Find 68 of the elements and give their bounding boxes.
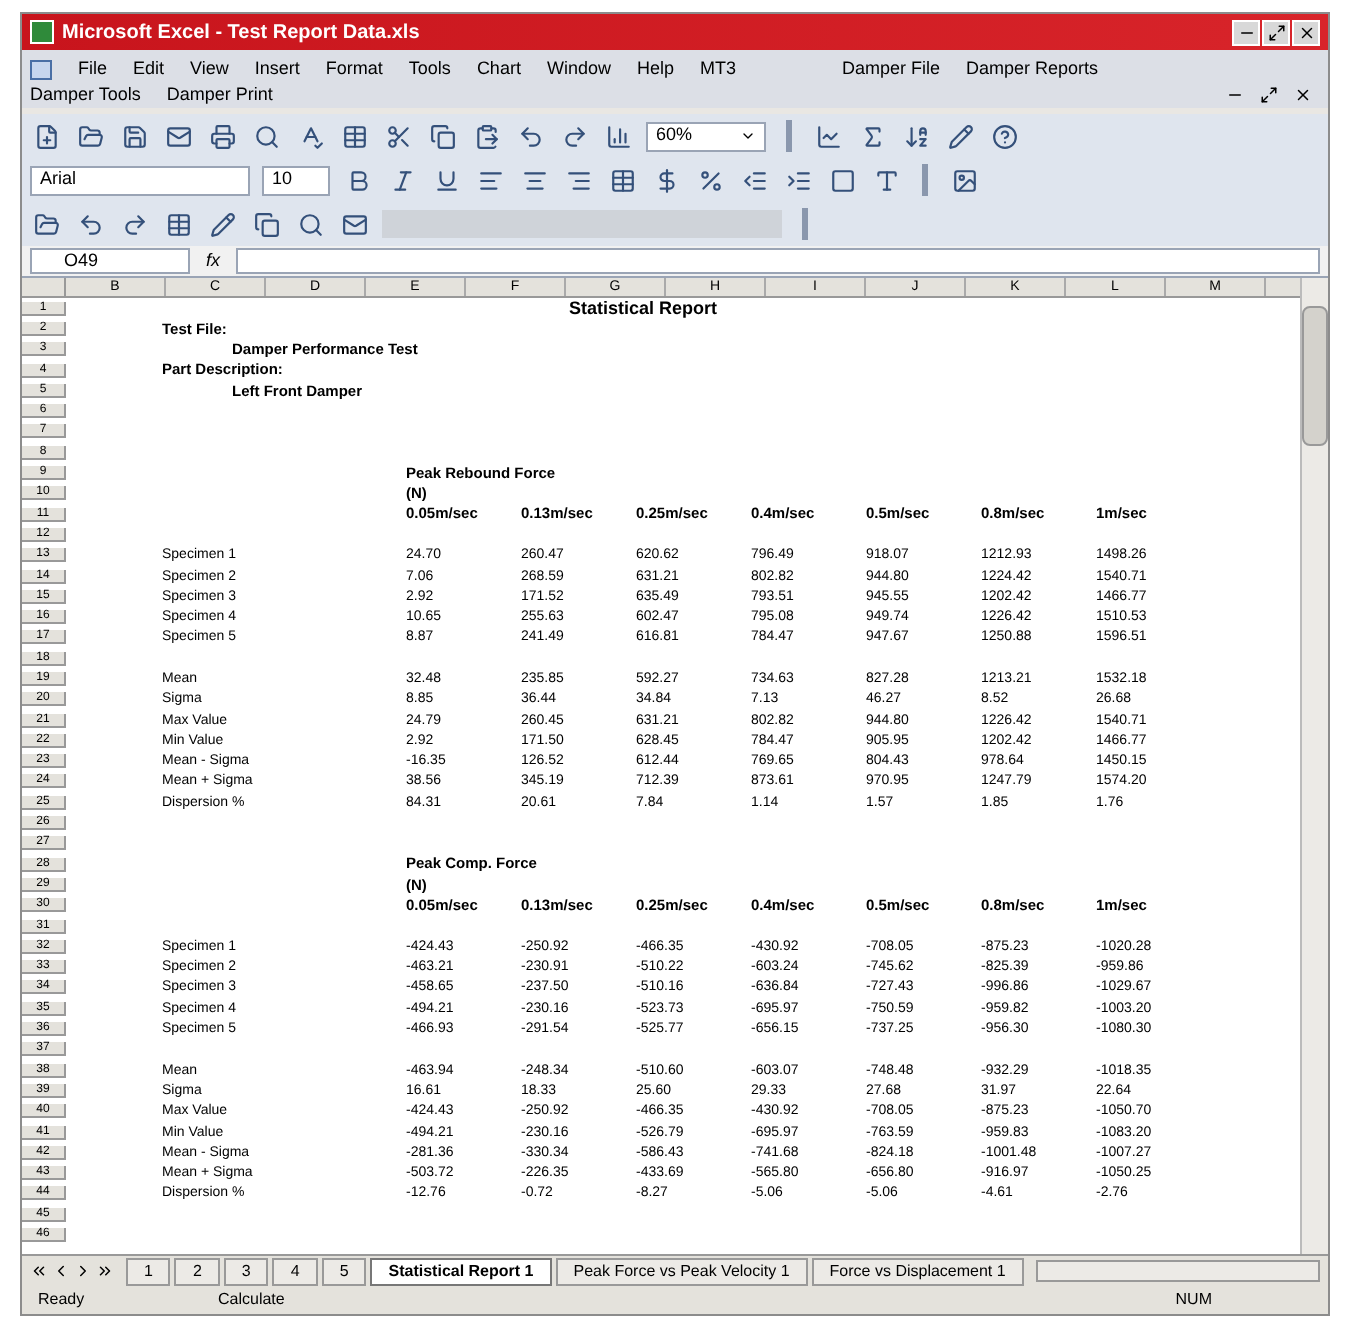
- menu-item[interactable]: Window: [546, 55, 611, 83]
- sheet-tab[interactable]: Peak Force vs Peak Velocity 1: [555, 1257, 808, 1285]
- horizontal-scrollbar[interactable]: [1035, 1260, 1320, 1282]
- restore-icon[interactable]: [1260, 86, 1278, 104]
- research-icon[interactable]: [338, 120, 370, 152]
- menu-item[interactable]: Tools: [408, 55, 451, 83]
- excel-icon: [30, 20, 54, 44]
- workbook-icon[interactable]: [30, 59, 52, 79]
- table-icon[interactable]: [162, 208, 194, 240]
- sheet-tab[interactable]: Statistical Report 1: [370, 1257, 552, 1285]
- close-icon[interactable]: [1294, 86, 1312, 104]
- font-dropdown[interactable]: Arial: [30, 165, 250, 195]
- close-button[interactable]: [1292, 19, 1320, 45]
- next-sheet-icon[interactable]: [74, 1262, 92, 1280]
- scroll-thumb[interactable]: [1302, 306, 1328, 446]
- menu-item[interactable]: Chart: [476, 55, 521, 83]
- minimize-button[interactable]: [1232, 19, 1260, 45]
- chart-icon[interactable]: [602, 120, 634, 152]
- cut-icon[interactable]: [382, 120, 414, 152]
- last-sheet-icon[interactable]: [96, 1262, 114, 1280]
- print-preview-icon[interactable]: [250, 120, 282, 152]
- pencil-icon[interactable]: [206, 208, 238, 240]
- picture-icon[interactable]: [948, 164, 980, 196]
- maximize-button[interactable]: [1262, 19, 1290, 45]
- window-title: Microsoft Excel - Test Report Data.xls: [62, 19, 420, 47]
- status-indicator: NUM: [1175, 1288, 1212, 1312]
- previous-sheet-icon[interactable]: [52, 1262, 70, 1280]
- status-text: Calculate: [218, 1288, 285, 1312]
- copy-icon[interactable]: [250, 208, 282, 240]
- line-chart-icon[interactable]: [812, 120, 844, 152]
- help-icon[interactable]: [988, 120, 1020, 152]
- menu-item[interactable]: Damper Reports: [966, 55, 1099, 83]
- fx-label: fx: [206, 247, 221, 274]
- sheet-tab[interactable]: 5: [321, 1257, 367, 1285]
- report-title: Statistical Report: [568, 299, 718, 318]
- sheet-tab[interactable]: 1: [126, 1257, 171, 1285]
- menu-item[interactable]: Edit: [133, 55, 165, 83]
- folder-icon[interactable]: [74, 120, 106, 152]
- formula-field[interactable]: [236, 248, 1320, 274]
- sheet-tab[interactable]: Force vs Displacement 1: [811, 1257, 1024, 1285]
- font-size-dropdown[interactable]: 10: [262, 165, 330, 195]
- copy-icon[interactable]: [426, 120, 458, 152]
- sheet-tab[interactable]: 3: [223, 1257, 269, 1285]
- zoom-dropdown[interactable]: 60%: [646, 121, 766, 151]
- menu-item[interactable]: File: [78, 55, 108, 83]
- sheet-tab[interactable]: 2: [174, 1257, 220, 1285]
- merge-cells-icon[interactable]: [606, 164, 638, 196]
- status-text: Ready: [38, 1288, 87, 1312]
- menu-item[interactable]: View: [190, 55, 229, 83]
- drawing-icon[interactable]: [944, 120, 976, 152]
- first-sheet-icon[interactable]: [30, 1262, 48, 1280]
- borders-icon[interactable]: [826, 164, 858, 196]
- maximize-icon: [1267, 23, 1285, 41]
- menu-item[interactable]: Insert: [254, 55, 300, 83]
- search-icon[interactable]: [294, 208, 326, 240]
- menu-item[interactable]: Format: [325, 55, 383, 83]
- name-box[interactable]: O49: [30, 248, 190, 274]
- vertical-scrollbar[interactable]: [1300, 278, 1328, 1254]
- menu-item[interactable]: MT3: [699, 55, 736, 83]
- menu-item[interactable]: Damper Print: [166, 81, 273, 109]
- sheet-tab[interactable]: 4: [272, 1257, 318, 1285]
- close-icon: [1297, 23, 1315, 41]
- printer-icon[interactable]: [206, 120, 238, 152]
- menu-item[interactable]: Damper Tools: [30, 81, 141, 109]
- folder-icon[interactable]: [30, 208, 62, 240]
- menu-item[interactable]: Damper File: [841, 55, 940, 83]
- menu-item[interactable]: Help: [636, 55, 674, 83]
- save-icon[interactable]: [118, 120, 150, 152]
